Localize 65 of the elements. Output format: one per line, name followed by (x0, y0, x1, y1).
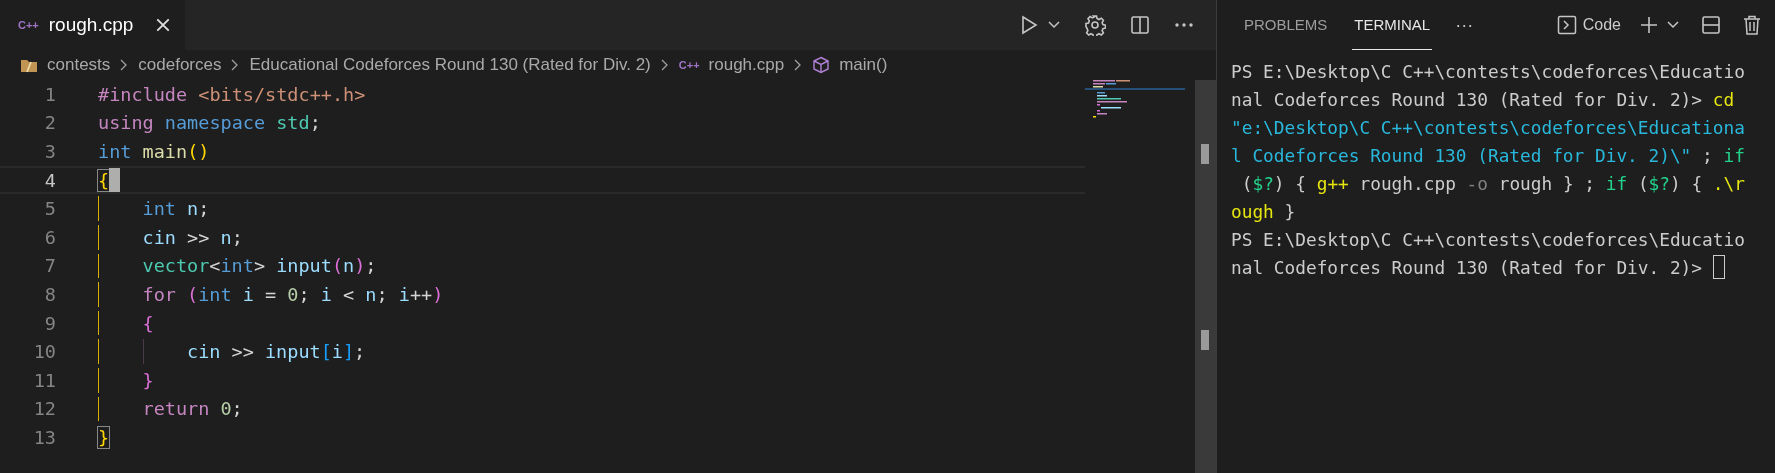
terminal-line: l Codeforces Round 130 (Rated for Div. 2)\" ; if (1231, 144, 1745, 166)
chevron-right-icon (660, 59, 669, 71)
breadcrumb-item[interactable]: codeforces (138, 55, 222, 75)
line-number: 13 (32, 426, 57, 448)
code-line: for (int i = 0; i < n; i++) (142, 283, 444, 305)
terminal-line: ough } (1231, 200, 1296, 222)
cube-icon (812, 56, 831, 74)
terminal-line: PS E:\Desktop\C C++\contests\codeforces\Educatio (1231, 228, 1745, 250)
chevron-down-icon[interactable] (1048, 21, 1060, 29)
terminal-line: nal Codeforces Round 130 (Rated for Div. 2)> (1231, 256, 1704, 278)
chevron-right-icon (120, 59, 129, 71)
code-line: vector<int> input(n); (142, 255, 377, 277)
code-line: int main() (98, 141, 210, 162)
split-editor-icon[interactable] (1130, 15, 1150, 35)
more-icon[interactable] (1174, 22, 1194, 28)
folder-icon (20, 57, 38, 73)
line-number: 3 (43, 141, 57, 162)
editor-tab[interactable]: C++ rough.cpp (0, 0, 186, 50)
terminal-line: "e:\Desktop\C C++\contests\codeforces\Educationa (1231, 116, 1745, 138)
line-number: 1 (43, 83, 57, 105)
more-button[interactable]: ··· (1455, 14, 1474, 36)
terminal-line: ($?) { g++ rough.cpp -o rough } ; if ($?) { .\r (1240, 172, 1745, 194)
panel-tab[interactable]: PROBLEMS (1242, 0, 1330, 50)
code-line: return 0; (142, 398, 243, 420)
chevron-right-icon (794, 59, 803, 71)
code-line: using namespace std; (98, 112, 321, 134)
line-number: 5 (43, 198, 57, 220)
terminal-selector[interactable]: Code (1556, 15, 1621, 35)
split-terminal-icon[interactable] (1701, 15, 1721, 35)
breadcrumb-item[interactable]: Educational Codeforces Round 130 (Rated for Div. 2) (249, 55, 651, 75)
chevron-right-icon (231, 59, 240, 71)
terminal-icon (1556, 15, 1577, 35)
line-number: 4 (43, 169, 57, 191)
close-icon[interactable] (155, 17, 172, 33)
breadcrumb-item[interactable]: contests (47, 55, 111, 75)
line-number: 7 (43, 255, 57, 277)
settings-icon[interactable] (1084, 14, 1106, 36)
code-line: { (98, 169, 110, 191)
terminal-line: PS E:\Desktop\C C++\contests\codeforces\Educatio (1231, 60, 1745, 82)
panel-tab[interactable]: TERMINAL (1352, 0, 1433, 50)
code-line: cin >> n; (142, 226, 243, 248)
line-number: 10 (32, 341, 57, 363)
terminal-line: nal Codeforces Round 130 (Rated for Div. 2)> cd (1231, 88, 1735, 110)
code-line: int n; (142, 198, 210, 220)
scrollbar[interactable] (1195, 80, 1216, 473)
code-line: cin >> input[i]; (187, 341, 366, 363)
file-type-label: C++ (678, 59, 700, 71)
code-line: } (98, 426, 110, 448)
line-number: 8 (43, 283, 57, 305)
line-number: 12 (32, 398, 57, 420)
line-number: 9 (43, 312, 57, 334)
run-icon[interactable] (1020, 15, 1038, 35)
file-type-label: C++ (18, 19, 39, 31)
chevron-down-icon[interactable] (1667, 21, 1679, 29)
line-number: 2 (43, 112, 57, 134)
trash-icon[interactable] (1743, 15, 1761, 35)
plus-icon[interactable] (1639, 15, 1659, 35)
code-line: #include <bits/stdc++.h> (98, 83, 366, 105)
breadcrumb-item[interactable]: main() (839, 55, 888, 75)
code-line: { (142, 312, 154, 334)
line-number: 6 (43, 226, 57, 248)
line-number: 11 (32, 369, 57, 391)
text-cursor (109, 168, 121, 193)
code-line: } (142, 369, 154, 391)
breadcrumb-item[interactable]: rough.cpp (708, 55, 785, 75)
